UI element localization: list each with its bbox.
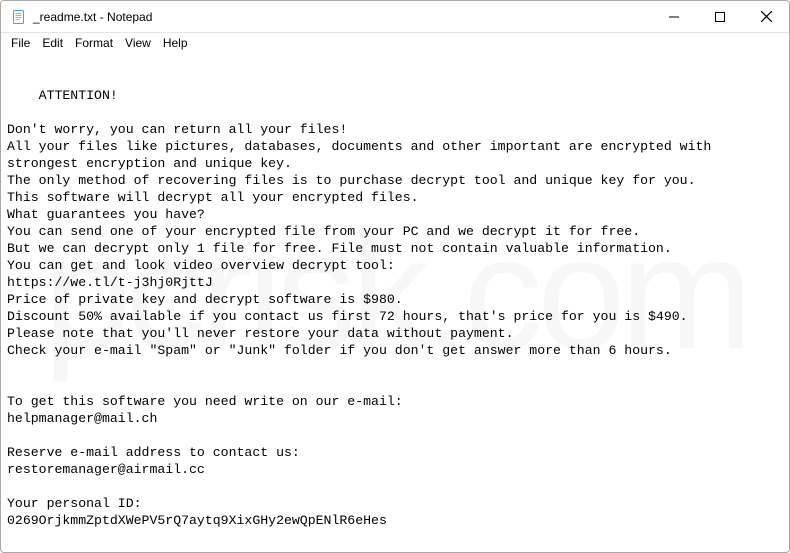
close-button[interactable] — [743, 1, 789, 32]
menu-format[interactable]: Format — [69, 33, 119, 53]
menu-view[interactable]: View — [119, 33, 157, 53]
menu-help[interactable]: Help — [157, 33, 194, 53]
menu-edit[interactable]: Edit — [36, 33, 69, 53]
maximize-button[interactable] — [697, 1, 743, 32]
notepad-app-icon — [11, 9, 27, 25]
window-controls — [651, 1, 789, 32]
menu-file[interactable]: File — [5, 33, 36, 53]
document-body: ATTENTION! Don't worry, you can return a… — [7, 88, 719, 528]
titlebar[interactable]: _readme.txt - Notepad — [1, 1, 789, 33]
text-area[interactable]: pcrisk.com ATTENTION! Don't worry, you c… — [1, 53, 789, 552]
menubar: File Edit Format View Help — [1, 33, 789, 53]
notepad-window: _readme.txt - Notepad File Edit Format V… — [0, 0, 790, 553]
window-title: _readme.txt - Notepad — [33, 10, 651, 24]
minimize-button[interactable] — [651, 1, 697, 32]
